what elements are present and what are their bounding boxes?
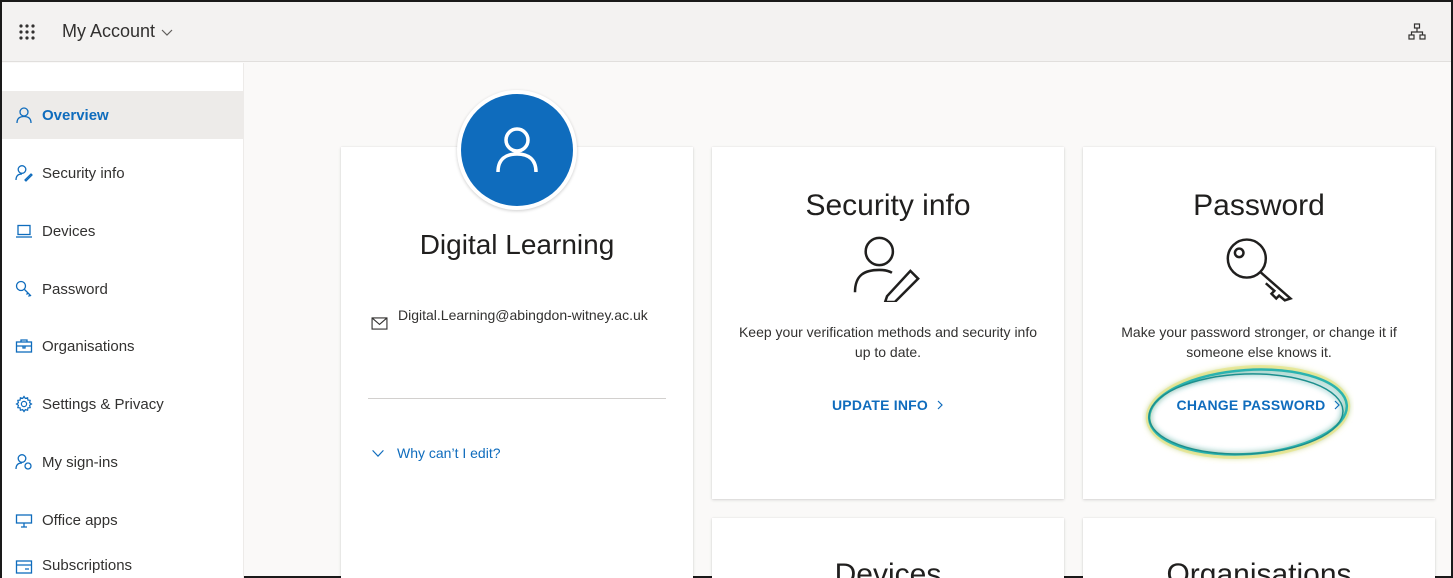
chevron-down-icon bbox=[161, 29, 173, 36]
person-edit-icon bbox=[853, 236, 920, 302]
sidebar-item-settings-privacy[interactable]: Settings & Privacy bbox=[2, 380, 244, 428]
app-launcher-waffle-icon[interactable] bbox=[2, 2, 52, 62]
sidebar-item-password[interactable]: Password bbox=[2, 265, 244, 313]
devices-card: Devices bbox=[712, 518, 1064, 578]
top-bar: My Account bbox=[2, 2, 1451, 62]
security-info-description: Keep your verification methods and secur… bbox=[738, 324, 1038, 360]
app-title-dropdown[interactable]: My Account bbox=[62, 21, 173, 42]
briefcase-icon bbox=[14, 336, 34, 356]
avatar bbox=[457, 90, 577, 210]
sidebar-item-label: Password bbox=[42, 280, 108, 298]
laptop-icon bbox=[14, 221, 34, 241]
chevron-down-icon bbox=[372, 449, 384, 457]
org-chart-icon[interactable] bbox=[1407, 22, 1427, 42]
divider bbox=[368, 398, 666, 399]
mail-icon bbox=[371, 317, 388, 330]
sidebar-item-devices[interactable]: Devices bbox=[2, 207, 244, 255]
key-icon bbox=[1226, 238, 1293, 302]
sidebar-item-organisations[interactable]: Organisations bbox=[2, 322, 244, 370]
security-info-card: Security info Keep your verification met… bbox=[712, 147, 1064, 499]
devices-title: Devices bbox=[834, 558, 942, 578]
sidebar-item-label: Office apps bbox=[42, 511, 118, 529]
security-info-title: Security info bbox=[805, 189, 971, 222]
key-icon bbox=[14, 279, 34, 299]
chevron-right-icon bbox=[1335, 400, 1341, 410]
sidebar-item-label: Security info bbox=[42, 164, 125, 182]
sidebar-item-label: Subscriptions bbox=[42, 557, 133, 574]
waffle-icon bbox=[19, 23, 35, 40]
organisations-title: Organisations bbox=[1166, 558, 1352, 578]
gear-icon bbox=[14, 394, 34, 414]
sidebar-item-label: My sign-ins bbox=[42, 453, 118, 471]
password-title: Password bbox=[1193, 189, 1325, 222]
person-edit-icon bbox=[14, 163, 34, 183]
update-info-link[interactable]: UPDATE INFO bbox=[832, 397, 944, 413]
change-password-link[interactable]: CHANGE PASSWORD bbox=[1177, 397, 1342, 413]
sidebar-item-label: Overview bbox=[42, 106, 109, 124]
profile-email: Digital.Learning@abingdon-witney.ac.uk bbox=[398, 307, 648, 323]
person-icon bbox=[496, 127, 538, 173]
app-title: My Account bbox=[62, 21, 156, 41]
sidebar-item-subscriptions[interactable]: Subscriptions bbox=[2, 553, 244, 578]
sidebar-item-security-info[interactable]: Security info bbox=[2, 149, 244, 197]
password-description: Make your password stronger, or change i… bbox=[1121, 324, 1397, 360]
profile-card: Digital Learning Digital.Learning@abingd… bbox=[341, 147, 693, 578]
office-apps-icon bbox=[14, 510, 34, 530]
sidebar-item-label: Settings & Privacy bbox=[42, 395, 164, 413]
person-sign-in-icon bbox=[14, 452, 34, 472]
sidebar-item-my-sign-ins[interactable]: My sign-ins bbox=[2, 438, 244, 486]
sidebar-item-office-apps[interactable]: Office apps bbox=[2, 496, 244, 544]
password-card: Password Make your password stronger, or… bbox=[1083, 147, 1435, 499]
sidebar-item-label: Devices bbox=[42, 222, 96, 240]
person-icon bbox=[14, 105, 34, 125]
sidebar-nav: Overview Security info Devices Password … bbox=[2, 63, 244, 578]
chevron-right-icon bbox=[937, 400, 943, 410]
organisations-card: Organisations bbox=[1083, 518, 1435, 578]
why-cant-i-edit-label: Why can’t I edit? bbox=[397, 445, 501, 461]
sidebar-item-overview[interactable]: Overview bbox=[2, 91, 244, 139]
update-info-label: UPDATE INFO bbox=[831, 397, 929, 413]
change-password-label: CHANGE PASSWORD bbox=[1176, 397, 1326, 413]
profile-name: Digital Learning bbox=[419, 229, 615, 260]
why-cant-i-edit-link[interactable]: Why can’t I edit? bbox=[371, 445, 501, 461]
sidebar-item-label: Organisations bbox=[42, 337, 135, 355]
subscriptions-icon bbox=[14, 557, 34, 577]
